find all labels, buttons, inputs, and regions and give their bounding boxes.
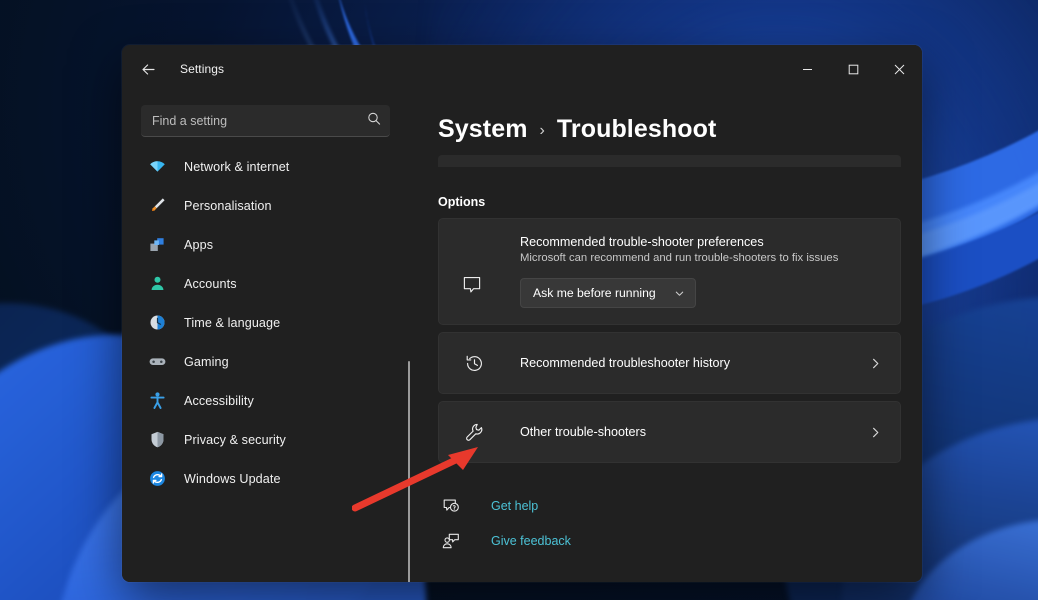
sidebar-item-apps[interactable]: Apps	[134, 225, 396, 264]
maximize-button[interactable]	[830, 45, 876, 93]
link-label: Give feedback	[491, 534, 571, 548]
window-body: Network & internet Personalisation	[122, 93, 922, 582]
sidebar-item-time-language[interactable]: Time & language	[134, 303, 396, 342]
chevron-right-icon	[869, 357, 882, 370]
section-label-options: Options	[438, 195, 912, 209]
sidebar-item-label: Windows Update	[184, 472, 281, 486]
sidebar-item-label: Network & internet	[184, 160, 289, 174]
preferences-text-block: Recommended trouble-shooter preferences …	[520, 235, 882, 308]
network-icon	[146, 156, 168, 178]
breadcrumb: System › Troubleshoot	[438, 115, 912, 144]
clock-globe-icon	[146, 312, 168, 334]
back-button[interactable]	[132, 53, 164, 85]
sidebar-item-label: Personalisation	[184, 199, 272, 213]
preferences-subtitle: Microsoft can recommend and run trouble-…	[520, 252, 882, 264]
help-links: Get help Give feedback	[438, 491, 912, 556]
minimize-icon	[802, 64, 813, 75]
preferences-dropdown[interactable]: Ask me before running	[520, 278, 696, 308]
chevron-down-icon	[674, 288, 685, 299]
sidebar-item-label: Gaming	[184, 355, 229, 369]
sidebar-item-gaming[interactable]: Gaming	[134, 342, 396, 381]
sidebar-item-label: Apps	[184, 238, 213, 252]
row-label: Recommended troubleshooter history	[520, 356, 869, 370]
update-icon	[146, 468, 168, 490]
help-icon	[440, 497, 462, 515]
sidebar-item-network-internet[interactable]: Network & internet	[134, 147, 396, 186]
preferences-title: Recommended trouble-shooter preferences	[520, 235, 882, 249]
gamepad-icon	[146, 351, 168, 373]
paintbrush-icon	[146, 195, 168, 217]
sidebar-item-windows-update[interactable]: Windows Update	[134, 459, 396, 498]
link-label: Get help	[491, 499, 538, 513]
sidebar-item-label: Time & language	[184, 316, 280, 330]
page-title: Troubleshoot	[557, 115, 717, 144]
close-button[interactable]	[876, 45, 922, 93]
other-troubleshooters-row[interactable]: Other trouble-shooters	[438, 401, 901, 463]
chevron-right-icon	[869, 426, 882, 439]
feedback-icon	[440, 532, 462, 550]
apps-icon	[146, 234, 168, 256]
wrench-icon	[461, 422, 487, 443]
minimize-button[interactable]	[784, 45, 830, 93]
get-help-link[interactable]: Get help	[438, 491, 538, 521]
speech-bubble-icon	[461, 261, 487, 308]
back-arrow-icon	[140, 61, 157, 78]
sidebar-item-label: Accounts	[184, 277, 237, 291]
sidebar-item-accounts[interactable]: Accounts	[134, 264, 396, 303]
sidebar-item-personalisation[interactable]: Personalisation	[134, 186, 396, 225]
sidebar: Network & internet Personalisation	[122, 93, 412, 582]
window-titlebar: Settings	[122, 45, 922, 93]
shield-icon	[146, 429, 168, 451]
maximize-icon	[848, 64, 859, 75]
close-icon	[894, 64, 905, 75]
window-controls	[784, 45, 922, 93]
search-input[interactable]	[141, 105, 390, 137]
main-content: System › Troubleshoot Options Recommende…	[412, 93, 922, 582]
recommended-troubleshooter-history-row[interactable]: Recommended troubleshooter history	[438, 332, 901, 394]
sidebar-item-privacy-security[interactable]: Privacy & security	[134, 420, 396, 459]
recommended-preferences-card: Recommended trouble-shooter preferences …	[438, 218, 901, 325]
desktop: Settings	[0, 0, 1038, 600]
give-feedback-link[interactable]: Give feedback	[438, 526, 571, 556]
sidebar-nav-list: Network & internet Personalisation	[122, 147, 412, 498]
row-label: Other trouble-shooters	[520, 425, 869, 439]
history-icon	[461, 353, 487, 374]
breadcrumb-parent[interactable]: System	[438, 115, 528, 144]
sidebar-item-accessibility[interactable]: Accessibility	[134, 381, 396, 420]
app-title: Settings	[180, 62, 224, 76]
sidebar-scrollbar[interactable]	[408, 361, 410, 582]
search-wrapper	[141, 105, 390, 137]
accessibility-icon	[146, 390, 168, 412]
preferences-dropdown-value: Ask me before running	[533, 286, 656, 300]
account-icon	[146, 273, 168, 295]
breadcrumb-separator-icon: ›	[540, 122, 545, 140]
scrolled-card-sliver	[438, 155, 901, 167]
sidebar-item-label: Accessibility	[184, 394, 254, 408]
sidebar-item-label: Privacy & security	[184, 433, 286, 447]
settings-window: Settings	[122, 45, 922, 582]
